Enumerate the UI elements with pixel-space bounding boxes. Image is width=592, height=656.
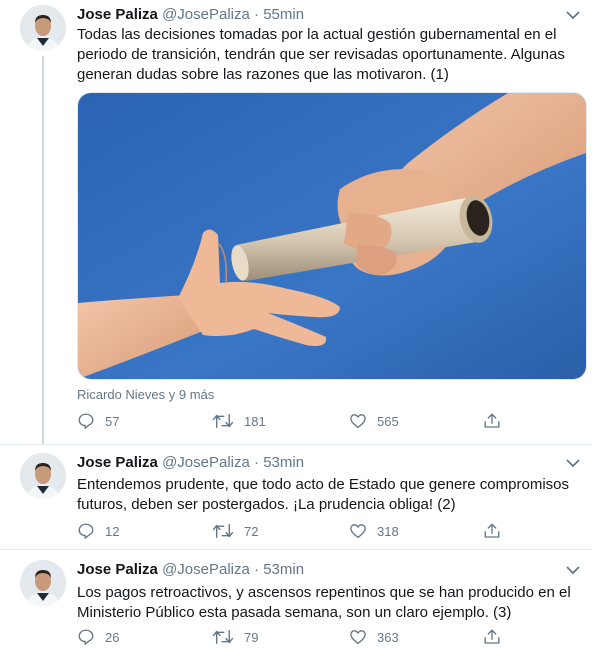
tweet-actions: 12 72 318 [77, 522, 507, 544]
tweet-text-line: periodo de transición, tendrán que ser r… [77, 46, 565, 63]
liked-by-text[interactable]: Ricardo Nieves y 9 más [77, 387, 214, 402]
author-name[interactable]: Jose Paliza [77, 454, 158, 471]
thread-line [42, 56, 44, 444]
tweet-text-line: generan dudas sobre las razones que las … [77, 66, 449, 83]
avatar[interactable] [20, 453, 66, 499]
retweet-icon [212, 414, 234, 428]
share-icon [484, 523, 500, 538]
separator-dot: · [254, 561, 260, 578]
like-button[interactable]: 565 [349, 412, 399, 430]
reply-count: 57 [105, 413, 120, 429]
retweet-button[interactable]: 181 [212, 412, 266, 430]
tweet-text-line: Entendemos prudente, que todo acto de Es… [77, 476, 569, 493]
tweet-header: Jose Paliza @JosePaliza · 53min [77, 561, 304, 578]
author-handle[interactable]: @JosePaliza [162, 6, 250, 23]
tweet-text: Los pagos retroactivos, y ascensos repen… [77, 583, 572, 623]
reply-icon [78, 629, 94, 645]
tweet-header: Jose Paliza @JosePaliza · 53min [77, 454, 304, 471]
timestamp[interactable]: 53min [263, 454, 304, 471]
separator-dot: · [254, 454, 260, 471]
avatar[interactable] [20, 5, 66, 51]
share-icon [484, 413, 500, 428]
tweet-text-line: Los pagos retroactivos, y ascensos repen… [77, 584, 571, 601]
tweet-text-line: futuros, deben ser postergados. ¡La prud… [77, 496, 456, 513]
timestamp[interactable]: 55min [263, 6, 304, 23]
share-button[interactable] [483, 522, 511, 540]
retweet-icon [212, 524, 234, 538]
tweet-text-line: Ministerio Público esta pasada semana, s… [77, 604, 512, 621]
reply-button[interactable]: 26 [77, 628, 119, 646]
reply-count: 12 [105, 523, 120, 539]
tweet-actions: 26 79 363 [77, 628, 507, 650]
retweet-count: 79 [244, 629, 259, 645]
like-button[interactable]: 318 [349, 522, 399, 540]
retweet-button[interactable]: 79 [212, 628, 258, 646]
tweet-actions: 57 181 565 [77, 412, 507, 434]
author-name[interactable]: Jose Paliza [77, 6, 158, 23]
share-button[interactable] [483, 628, 511, 646]
retweet-count: 181 [244, 413, 266, 429]
reply-icon [78, 413, 94, 429]
tweet-text-line: Todas las decisiones tomadas por la actu… [77, 26, 557, 43]
tweet-header: Jose Paliza @JosePaliza · 55min [77, 6, 304, 23]
reply-button[interactable]: 12 [77, 522, 119, 540]
share-icon [484, 629, 500, 644]
like-count: 565 [377, 413, 399, 429]
tweet[interactable]: Jose Paliza @JosePaliza · 55min Todas la… [0, 0, 592, 444]
chevron-down-icon[interactable] [566, 10, 580, 20]
retweet-button[interactable]: 72 [212, 522, 258, 540]
reply-icon [78, 523, 94, 539]
avatar[interactable] [20, 560, 66, 606]
tweet[interactable]: Jose Paliza @JosePaliza · 53min Los pago… [0, 550, 592, 656]
reply-count: 26 [105, 629, 120, 645]
tweet-text: Entendemos prudente, que todo acto de Es… [77, 475, 572, 515]
heart-icon [350, 414, 366, 429]
like-button[interactable]: 363 [349, 628, 399, 646]
author-name[interactable]: Jose Paliza [77, 561, 158, 578]
like-count: 363 [377, 629, 399, 645]
heart-icon [350, 630, 366, 645]
chevron-down-icon[interactable] [566, 458, 580, 468]
heart-icon [350, 524, 366, 539]
share-button[interactable] [483, 412, 511, 430]
author-handle[interactable]: @JosePaliza [162, 454, 250, 471]
like-count: 318 [377, 523, 399, 539]
tweet-photo[interactable] [77, 92, 587, 380]
separator-dot: · [254, 6, 260, 23]
reply-button[interactable]: 57 [77, 412, 119, 430]
retweet-icon [212, 630, 234, 644]
tweet[interactable]: Jose Paliza @JosePaliza · 53min Entendem… [0, 445, 592, 549]
timestamp[interactable]: 53min [263, 561, 304, 578]
chevron-down-icon[interactable] [566, 565, 580, 575]
tweet-text: Todas las decisiones tomadas por la actu… [77, 25, 572, 85]
retweet-count: 72 [244, 523, 259, 539]
author-handle[interactable]: @JosePaliza [162, 561, 250, 578]
